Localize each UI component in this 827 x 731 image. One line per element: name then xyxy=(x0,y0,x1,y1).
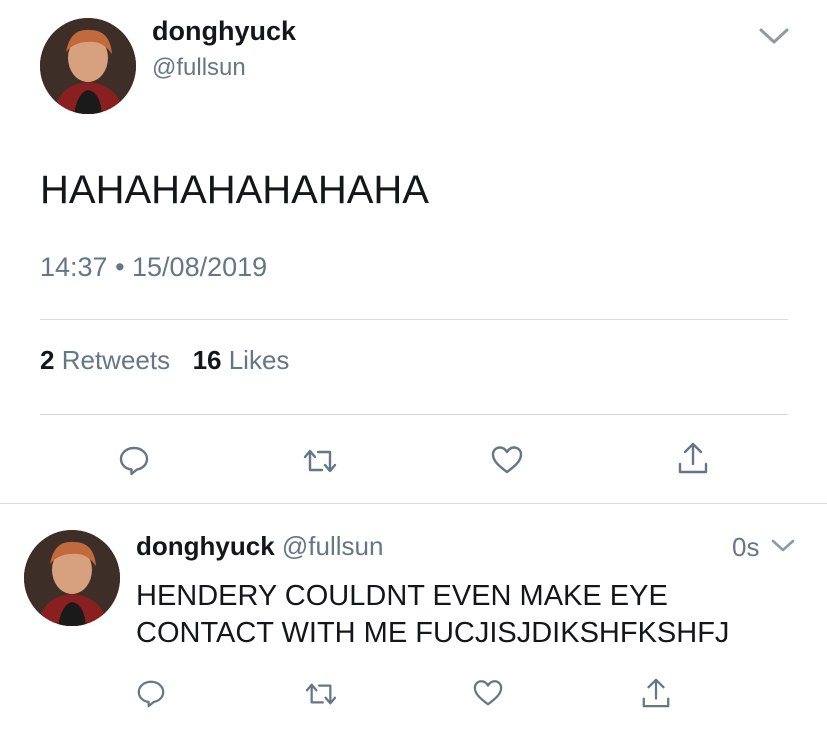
share-icon[interactable] xyxy=(640,676,672,710)
share-icon[interactable] xyxy=(676,440,710,476)
retweets-count[interactable]: 2 xyxy=(40,345,54,375)
retweets-label[interactable]: Retweets xyxy=(62,345,170,375)
reply-icon[interactable] xyxy=(136,678,166,708)
author-name[interactable]: donghyuck xyxy=(152,16,296,47)
divider xyxy=(40,319,788,320)
author-handle[interactable]: @fullsun xyxy=(282,531,384,561)
reply-time[interactable]: 0s xyxy=(732,532,759,563)
avatar-image xyxy=(24,530,120,626)
retweet-icon[interactable] xyxy=(304,680,338,708)
like-icon[interactable] xyxy=(472,678,504,708)
divider xyxy=(40,414,788,415)
tweet-stats: 2 Retweets 16 Likes xyxy=(40,345,289,376)
reply-text: HENDERY COULDNT EVEN MAKE EYE CONTACT WI… xyxy=(136,578,729,652)
reply-text-line: CONTACT WITH ME FUCJISJDIKSHFKSHFJ xyxy=(136,617,730,649)
author-name[interactable]: donghyuck xyxy=(136,531,275,561)
chevron-down-icon[interactable] xyxy=(758,26,790,46)
tweet-text: HAHAHAHAHAHAHA xyxy=(40,168,429,212)
avatar[interactable] xyxy=(24,530,120,626)
author-handle[interactable]: @fullsun xyxy=(152,54,246,82)
chevron-down-icon[interactable] xyxy=(770,538,796,554)
reply-header: donghyuck @fullsun xyxy=(136,531,383,562)
avatar[interactable] xyxy=(40,18,136,114)
likes-count[interactable]: 16 xyxy=(193,345,222,375)
tweet-timestamp[interactable]: 14:37 • 15/08/2019 xyxy=(40,252,267,283)
tweet-separator xyxy=(0,503,827,504)
reply-text-line: HENDERY COULDNT EVEN MAKE EYE xyxy=(136,580,668,612)
avatar-image xyxy=(40,18,136,114)
like-icon[interactable] xyxy=(490,444,524,476)
reply-icon[interactable] xyxy=(118,444,150,476)
likes-label[interactable]: Likes xyxy=(229,345,290,375)
retweet-icon[interactable] xyxy=(302,446,338,476)
